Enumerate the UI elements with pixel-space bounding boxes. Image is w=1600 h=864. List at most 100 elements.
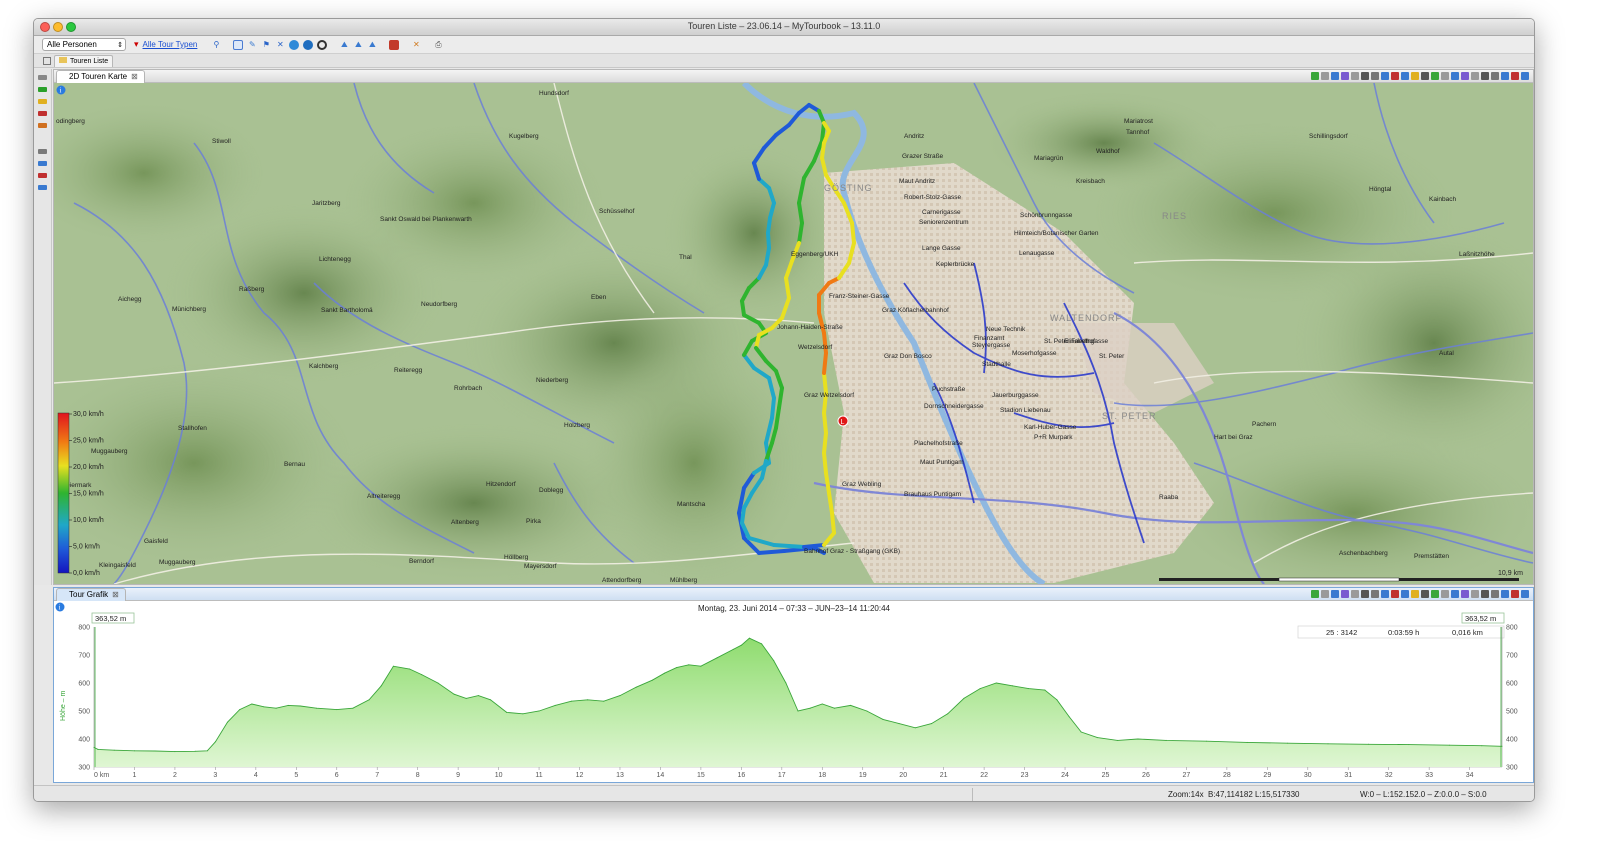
elevation-point: [1080, 731, 1082, 733]
tool-icon-8[interactable]: [38, 173, 47, 178]
graph-tool-icon-2[interactable]: [1321, 590, 1329, 598]
print-icon[interactable]: ⎙: [433, 40, 443, 50]
graph-area[interactable]: i Montag, 23. Juni 2014 – 07:33 – JUN–23…: [54, 601, 1533, 782]
tab-2d-touren-karte[interactable]: 2D Touren Karte ⊠: [56, 70, 145, 83]
tab-tour-grafik[interactable]: Tour Grafik ⊠: [56, 588, 126, 601]
mountain-icon[interactable]: ⛰: [367, 40, 377, 50]
circle-icon[interactable]: [317, 39, 328, 50]
map-tool-icon-3[interactable]: [1331, 72, 1339, 80]
map-tool-icon-15[interactable]: [1451, 72, 1459, 80]
map-tool-icon-10[interactable]: [1401, 72, 1409, 80]
tool-icon-7[interactable]: [38, 161, 47, 166]
graph-tool-icon-15[interactable]: [1451, 590, 1459, 598]
map-place-label: Kepler­brücke: [936, 261, 975, 268]
map-place-label: Sankt Oswald bei Plankenwarth: [380, 216, 472, 223]
left-icon-strip: [34, 69, 52, 585]
map-tool-icon-6[interactable]: [1361, 72, 1369, 80]
tool-icon-5[interactable]: [38, 123, 47, 128]
graph-tool-icon-5[interactable]: [1351, 590, 1359, 598]
map-place-label: Jauerburggasse: [992, 392, 1039, 399]
tool-icon-1[interactable]: [38, 75, 47, 80]
graph-tool-icon-11[interactable]: [1411, 590, 1419, 598]
calendar-icon[interactable]: [233, 39, 244, 50]
graph-tool-icon-9[interactable]: [1391, 590, 1399, 598]
tool-icon-4[interactable]: [38, 111, 47, 116]
graph-tool-icon-21[interactable]: [1511, 590, 1519, 598]
elevation-chart[interactable]: i Montag, 23. Juni 2014 – 07:33 – JUN–23…: [54, 601, 1533, 782]
flag-icon[interactable]: ⚑: [261, 40, 271, 50]
graph-tool-icon-6[interactable]: [1361, 590, 1369, 598]
graph-tool-icon-19[interactable]: [1491, 590, 1499, 598]
graph-tool-icon-16[interactable]: [1461, 590, 1469, 598]
x-tick-label: 24: [1061, 772, 1069, 779]
x-tick-label: 23: [1021, 772, 1029, 779]
graph-tool-icon-13[interactable]: [1431, 590, 1439, 598]
graph-tool-icon-22[interactable]: [1521, 590, 1529, 598]
map-place-label: Eggenberg/UKH: [791, 251, 839, 258]
map-tool-icon-13[interactable]: [1431, 72, 1439, 80]
map-tool-icon-2[interactable]: [1321, 72, 1329, 80]
pin-icon[interactable]: ⚲: [211, 40, 221, 50]
map-tool-icon-4[interactable]: [1341, 72, 1349, 80]
tool-icon-6[interactable]: [38, 149, 47, 154]
map-place-label: Altreiteregg: [367, 493, 401, 500]
graph-tool-icon-3[interactable]: [1331, 590, 1339, 598]
tool-icon-3[interactable]: [38, 99, 47, 104]
map-tool-icon-22[interactable]: [1521, 72, 1529, 80]
map-tool-icon-7[interactable]: [1371, 72, 1379, 80]
map-tool-icon-16[interactable]: [1461, 72, 1469, 80]
svg-text:i: i: [59, 604, 61, 612]
map-tool-icon-19[interactable]: [1491, 72, 1499, 80]
graph-tool-icon-12[interactable]: [1421, 590, 1429, 598]
map-tool-icon-11[interactable]: [1411, 72, 1419, 80]
tab-touren-liste[interactable]: Touren Liste: [54, 55, 114, 67]
map-tool-icon-21[interactable]: [1511, 72, 1519, 80]
map-tool-icon-5[interactable]: [1351, 72, 1359, 80]
status-coords: B:47,114182 L:15,517330: [1208, 790, 1300, 799]
compare-icon[interactable]: ✕: [275, 40, 285, 50]
info-icon[interactable]: i: [56, 85, 66, 95]
graph-tool-icon-10[interactable]: [1401, 590, 1409, 598]
map-tool-icon-20[interactable]: [1501, 72, 1509, 80]
map-canvas[interactable]: L i Hundsdorf odingberg Stiwoll Kugelberg An…: [54, 83, 1533, 584]
perspective-icon[interactable]: [43, 57, 51, 65]
globe-icon[interactable]: [289, 39, 300, 50]
graph-tool-icon-20[interactable]: [1501, 590, 1509, 598]
close-tab-icon[interactable]: ⊠: [112, 590, 119, 599]
map-tool-icon-12[interactable]: [1421, 72, 1429, 80]
photo-icon[interactable]: [389, 39, 400, 50]
graph-tool-icon-18[interactable]: [1481, 590, 1489, 598]
graph-tool-icon-14[interactable]: [1441, 590, 1449, 598]
map-place-label: Stiwoll: [212, 138, 231, 145]
map-tool-icon-17[interactable]: [1471, 72, 1479, 80]
graph-tool-icon-1[interactable]: [1311, 590, 1319, 598]
close-tab-icon[interactable]: ⊠: [131, 72, 138, 81]
map-tool-icon-18[interactable]: [1481, 72, 1489, 80]
person-select[interactable]: Alle Personen ⇕: [42, 38, 126, 51]
map-tool-icon-1[interactable]: [1311, 72, 1319, 80]
map-place-label: Kalchberg: [309, 363, 339, 370]
elevation-point: [732, 648, 734, 650]
tool-icon-9[interactable]: [38, 185, 47, 190]
map-svg[interactable]: L i Hundsdorf odingberg Stiwoll Kugelberg An…: [54, 83, 1533, 584]
graph-tool-icon-17[interactable]: [1471, 590, 1479, 598]
map-place-label: Holzberg: [564, 422, 590, 429]
globe-3d-icon[interactable]: [303, 39, 314, 50]
tools-icon[interactable]: ✕: [411, 40, 421, 50]
graph-view-tools: [1311, 590, 1529, 598]
graph-info-icon[interactable]: i: [55, 602, 65, 612]
map-tool-icon-9[interactable]: [1391, 72, 1399, 80]
edit-icon[interactable]: ✎: [247, 40, 257, 50]
map-place-label: Mayersdorf: [524, 563, 557, 570]
map-place-label: P+R Murpark: [1034, 434, 1073, 441]
graph-tool-icon-8[interactable]: [1381, 590, 1389, 598]
person-chart-icon[interactable]: ⛰: [353, 40, 363, 50]
graph-tool-icon-4[interactable]: [1341, 590, 1349, 598]
map-tool-icon-14[interactable]: [1441, 72, 1449, 80]
map-place-label: Laßnitzhöhe: [1459, 251, 1495, 258]
graph-tool-icon-7[interactable]: [1371, 590, 1379, 598]
map-tool-icon-8[interactable]: [1381, 72, 1389, 80]
tour-types-link[interactable]: Alle Tour Typen: [143, 40, 198, 49]
tool-icon-2[interactable]: [38, 87, 47, 92]
chart-icon[interactable]: ⛰: [339, 40, 349, 50]
